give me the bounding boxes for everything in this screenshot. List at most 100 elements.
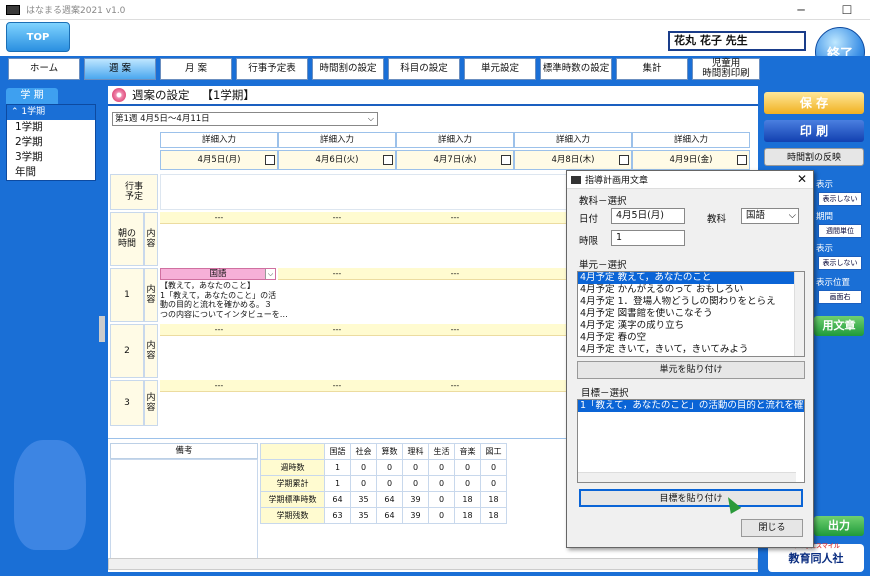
hide-toggle-2[interactable]: 表示しない bbox=[818, 256, 862, 270]
reflect-timetable-button[interactable]: 時間割の反映 bbox=[764, 148, 864, 166]
subject-value: 国語 bbox=[209, 269, 227, 279]
subject-header: 音楽 bbox=[454, 443, 481, 460]
subject-header: 算数 bbox=[376, 443, 403, 460]
teacher-name: 花丸 花子 先生 bbox=[668, 31, 806, 51]
dash-cell: --- bbox=[160, 212, 278, 224]
position-toggle[interactable]: 画面右 bbox=[818, 290, 862, 304]
term-item-2[interactable]: 2学期 bbox=[7, 135, 95, 150]
row-label: 学期残数 bbox=[260, 507, 325, 524]
day-checkbox[interactable] bbox=[501, 155, 511, 165]
nav-monthly[interactable]: 月 案 bbox=[160, 58, 232, 80]
minimize-button[interactable]: ─ bbox=[778, 0, 824, 20]
close-button[interactable]: 閉じる bbox=[741, 519, 803, 537]
list-item[interactable]: 4月予定 春の空 bbox=[578, 332, 804, 344]
date-header-4: 4月8日(木) bbox=[514, 150, 632, 170]
date-label: 4月7日(水) bbox=[433, 155, 477, 165]
day-checkbox[interactable] bbox=[265, 155, 275, 165]
nav-summary[interactable]: 集計 bbox=[616, 58, 688, 80]
dash-cell: --- bbox=[278, 212, 396, 224]
day-checkbox[interactable] bbox=[383, 155, 393, 165]
dialog-title: 指導計画用文章 bbox=[585, 176, 649, 186]
list-item[interactable]: 4月予定 漢字の成り立ち bbox=[578, 320, 804, 332]
nav-home[interactable]: ホーム bbox=[8, 58, 80, 80]
cell: 39 bbox=[402, 491, 429, 508]
subject-select[interactable]: 国語 ⌵ bbox=[741, 208, 799, 224]
goal-list-hscroll[interactable] bbox=[578, 472, 796, 482]
detail-input-5[interactable]: 詳細入力 bbox=[632, 132, 750, 148]
list-item[interactable]: 4月予定 教えて，あなたのこと bbox=[578, 272, 804, 284]
print-button[interactable]: 印 刷 bbox=[764, 120, 864, 142]
week-select[interactable]: 第1週 4月5日～4月11日 ⌵ bbox=[112, 112, 378, 126]
cell: 0 bbox=[454, 475, 481, 492]
list-item[interactable]: 4月予定 きいて，きいて，きいてみよう bbox=[578, 344, 804, 356]
cell: 63 bbox=[324, 507, 351, 524]
date-field[interactable]: 4月5日(月) bbox=[611, 208, 685, 224]
paste-unit-button[interactable]: 単元を貼り付け bbox=[577, 361, 805, 379]
window-title: はなまる週案2021 v1.0 bbox=[26, 6, 126, 16]
period1-content[interactable]: 【教えて，あなたのこと】 1「教えて，あなたのこと」の活 動の目的と流れを確かめ… bbox=[160, 281, 288, 319]
paste-goal-button[interactable]: 目標を貼り付け bbox=[579, 489, 803, 507]
term-item-year[interactable]: 年間 bbox=[7, 165, 95, 180]
period-field[interactable]: 1 bbox=[611, 230, 685, 246]
unit-toggle[interactable]: 週間単位 bbox=[818, 224, 862, 238]
chevron-down-icon: ⌵ bbox=[367, 114, 374, 123]
row-label-period-2: 2 bbox=[110, 324, 144, 378]
output-button[interactable]: 出力 bbox=[814, 516, 864, 536]
date-header-3: 4月7日(水) bbox=[396, 150, 514, 170]
nav-units[interactable]: 単元設定 bbox=[464, 58, 536, 80]
list-item[interactable]: 4月予定 図書館を使いこなそう bbox=[578, 308, 804, 320]
detail-input-4[interactable]: 詳細入力 bbox=[514, 132, 632, 148]
day-checkbox[interactable] bbox=[737, 155, 747, 165]
nav-events[interactable]: 行事予定表 bbox=[236, 58, 308, 80]
section-term: 【1学期】 bbox=[201, 88, 255, 102]
period1-subject-select[interactable]: 国語 ⌵ bbox=[160, 268, 276, 280]
list-item[interactable]: 4月予定 1．登場人物どうしの関わりをとらえ bbox=[578, 296, 804, 308]
detail-input-3[interactable]: 詳細入力 bbox=[396, 132, 514, 148]
row-label-content: 内 容 bbox=[144, 212, 158, 266]
cell: 0 bbox=[480, 475, 507, 492]
row-label-morning: 朝の 時間 bbox=[110, 212, 144, 266]
nav-standard-hours[interactable]: 標準時数の設定 bbox=[540, 58, 612, 80]
nav-weekly[interactable]: 週 案 bbox=[84, 58, 156, 80]
row-label-content: 内 容 bbox=[144, 324, 158, 378]
nav-timetable[interactable]: 時間割の設定 bbox=[312, 58, 384, 80]
nav-student-print[interactable]: 児童用 時間割印刷 bbox=[692, 58, 760, 80]
date-header-1: 4月5日(月) bbox=[160, 150, 278, 170]
position-label: 表示位置 bbox=[816, 278, 851, 288]
list-item[interactable]: 1「教えて，あなたのこと」の活動の目的と流れを確 bbox=[578, 400, 804, 412]
cell: 35 bbox=[350, 491, 377, 508]
dash-cell: --- bbox=[396, 380, 514, 392]
day-checkbox[interactable] bbox=[619, 155, 629, 165]
phrases-button[interactable]: 用文章 bbox=[814, 316, 864, 336]
notes-field[interactable] bbox=[110, 459, 258, 567]
maximize-button[interactable]: ☐ bbox=[824, 0, 870, 20]
term-item-1[interactable]: 1学期 bbox=[7, 120, 95, 135]
panel-splitter[interactable] bbox=[99, 316, 105, 342]
hide-toggle-1[interactable]: 表示しない bbox=[818, 192, 862, 206]
chevron-down-icon: ⌵ bbox=[788, 210, 796, 221]
detail-input-1[interactable]: 詳細入力 bbox=[160, 132, 278, 148]
horizontal-scrollbar[interactable] bbox=[108, 558, 758, 570]
date-label: 4月5日(月) bbox=[197, 155, 241, 165]
term-selected[interactable]: ⌃ 1学期 bbox=[7, 105, 95, 120]
chevron-down-icon: ⌵ bbox=[265, 269, 275, 279]
date-header-2: 4月6日(火) bbox=[278, 150, 396, 170]
term-item-3[interactable]: 3学期 bbox=[7, 150, 95, 165]
dash-cell: --- bbox=[160, 324, 278, 336]
close-icon[interactable]: ✕ bbox=[797, 172, 807, 186]
detail-input-2[interactable]: 詳細入力 bbox=[278, 132, 396, 148]
goal-list[interactable]: 1「教えて，あなたのこと」の活動の目的と流れを確 bbox=[577, 399, 805, 483]
date-label: 4月8日(木) bbox=[551, 155, 595, 165]
cell: 18 bbox=[480, 507, 507, 524]
cell: 0 bbox=[376, 475, 403, 492]
window-titlebar: はなまる週案2021 v1.0 ─ ☐ bbox=[0, 0, 870, 20]
cell: 64 bbox=[376, 491, 403, 508]
list-item[interactable]: 4月予定 かんがえるのって おもしろい bbox=[578, 284, 804, 296]
unit-list[interactable]: 4月予定 教えて，あなたのこと 4月予定 かんがえるのって おもしろい 4月予定… bbox=[577, 271, 805, 357]
cell: 39 bbox=[402, 507, 429, 524]
nav-subjects[interactable]: 科目の設定 bbox=[388, 58, 460, 80]
top-button[interactable]: TOP bbox=[6, 22, 70, 52]
unit-list-scrollbar[interactable] bbox=[794, 272, 804, 356]
save-button[interactable]: 保 存 bbox=[764, 92, 864, 114]
dash-cell: --- bbox=[278, 268, 396, 280]
